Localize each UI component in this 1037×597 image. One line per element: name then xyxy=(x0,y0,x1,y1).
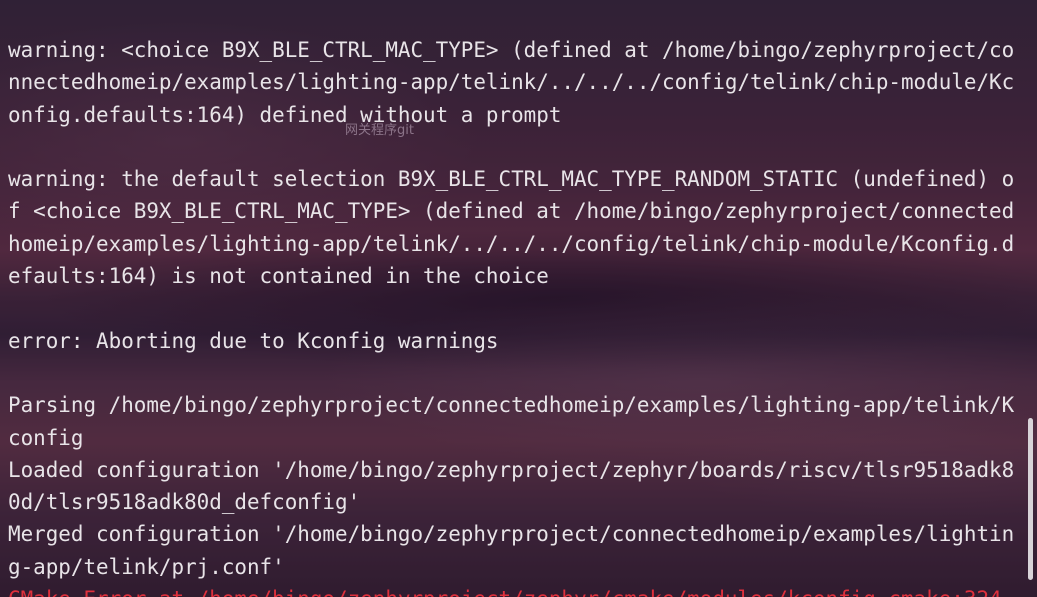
terminal-output[interactable]: warning: <choice B9X_BLE_CTRL_MAC_TYPE> … xyxy=(8,34,1028,597)
terminal-line: efaults:164) is not contained in the cho… xyxy=(8,264,549,289)
terminal-line: nnectedhomeip/examples/lighting-app/teli… xyxy=(8,70,1015,95)
terminal-line: config xyxy=(8,425,84,450)
terminal-line: Parsing /home/bingo/zephyrproject/connec… xyxy=(8,393,1015,418)
terminal-line: warning: <choice B9X_BLE_CTRL_MAC_TYPE> … xyxy=(8,38,1015,62)
terminal-line: Loaded configuration '/home/bingo/zephyr… xyxy=(8,457,1015,482)
watermark-text: 网关程序git xyxy=(345,123,414,138)
terminal-line: warning: the default selection B9X_BLE_C… xyxy=(8,167,1015,192)
terminal-line: homeip/examples/lighting-app/telink/../.… xyxy=(8,231,1015,256)
terminal-line: f <choice B9X_BLE_CTRL_MAC_TYPE> (define… xyxy=(8,199,1015,224)
terminal-line: Merged configuration '/home/bingo/zephyr… xyxy=(8,522,1015,547)
terminal-error-line: CMake Error at /home/bingo/zephyrproject… xyxy=(8,583,1028,597)
terminal-line: 0d/tlsr9518adk80d_defconfig' xyxy=(8,490,361,515)
terminal-line: onfig.defaults:164) defined without a pr… xyxy=(8,102,562,127)
terminal-line: error: Aborting due to Kconfig warnings xyxy=(8,328,499,353)
terminal-line: g-app/telink/prj.conf' xyxy=(8,554,285,579)
terminal-window[interactable]: warning: <choice B9X_BLE_CTRL_MAC_TYPE> … xyxy=(0,0,1037,597)
scrollbar-thumb[interactable] xyxy=(1028,418,1033,580)
